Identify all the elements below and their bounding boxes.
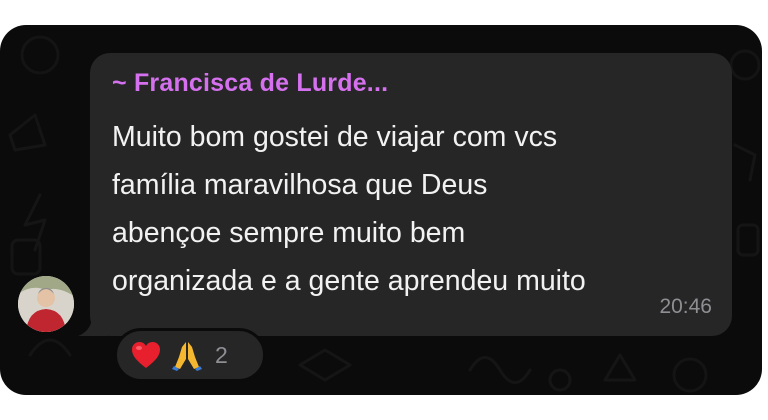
sender-name[interactable]: ~ Francisca de Lurde...	[112, 69, 388, 98]
avatar[interactable]	[18, 276, 74, 332]
message-bubble[interactable]: ~ Francisca de Lurde... Muito bom gostei…	[90, 53, 732, 336]
avatar-photo	[18, 276, 74, 332]
message-text: Muito bom gostei de viajar com vcs famíl…	[112, 121, 586, 297]
heart-icon	[132, 342, 160, 368]
reactions-pill[interactable]: 2	[114, 328, 266, 382]
chat-background: ~ Francisca de Lurde... Muito bom gostei…	[0, 25, 762, 395]
reaction-count: 2	[215, 341, 228, 368]
message-timestamp: 20:46	[659, 295, 712, 318]
praying-hands-icon	[172, 342, 202, 371]
